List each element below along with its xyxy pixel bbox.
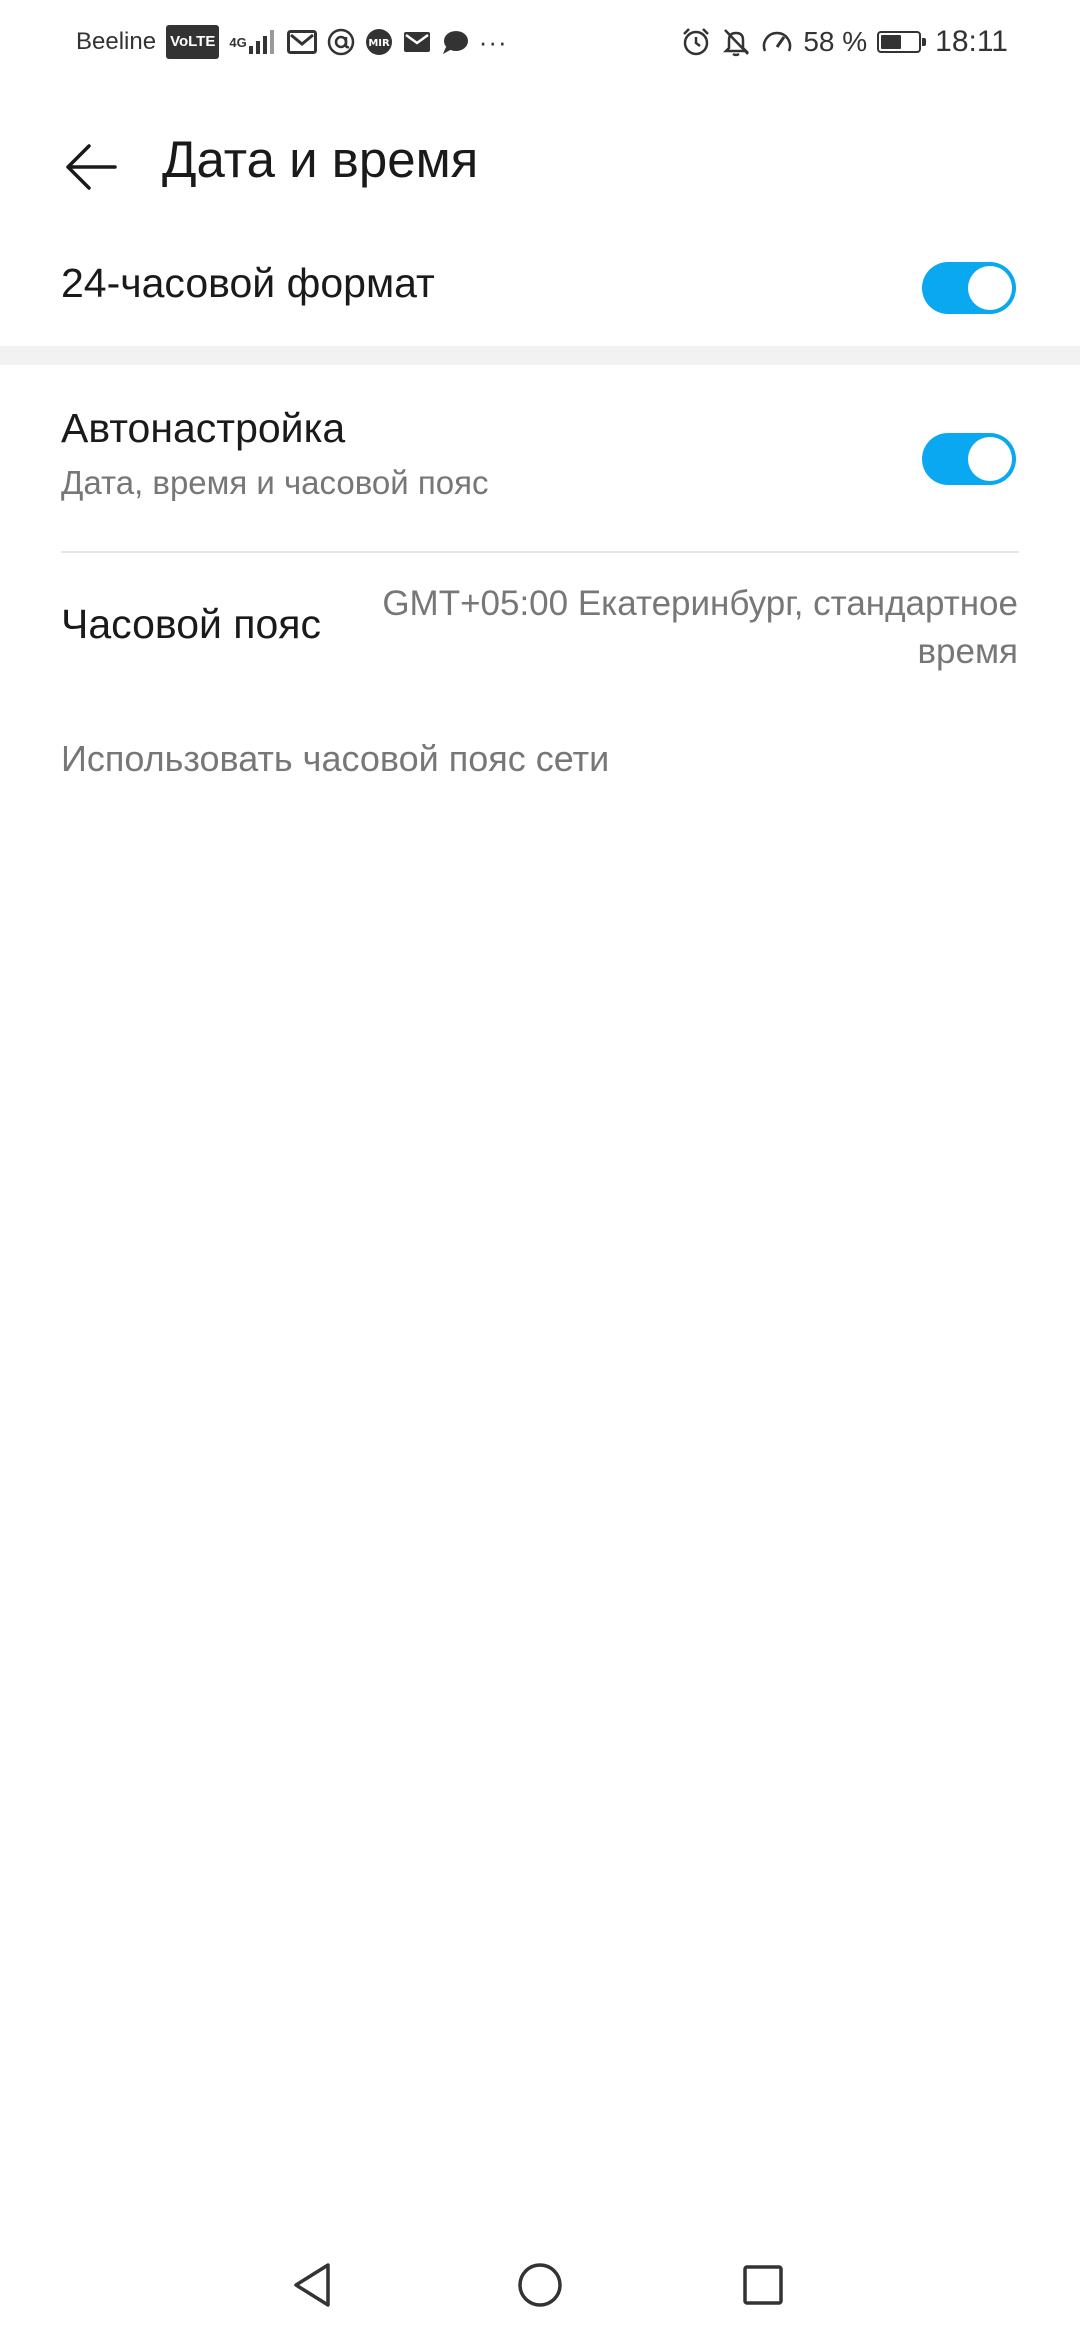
status-bar-left: Beeline VoLTE 4G MIR ··· [76, 25, 508, 59]
square-recents-icon [743, 2265, 783, 2305]
arrow-left-icon [66, 144, 117, 190]
auto-setting-row[interactable]: Автонастройка Дата, время и часовой пояс [0, 405, 1080, 545]
network-timezone-hint: Использовать часовой пояс сети [61, 738, 610, 779]
navigation-bar [0, 2230, 1080, 2340]
network-type-label: 4G [229, 34, 247, 50]
battery-percent: 58 % [803, 26, 868, 57]
speedometer-icon [761, 27, 793, 57]
status-bar: Beeline VoLTE 4G MIR ··· 58 % 18:11 [0, 0, 1080, 84]
at-mail-icon [327, 27, 355, 57]
battery-fill [881, 35, 902, 49]
screen: Beeline VoLTE 4G MIR ··· 58 % 18:11 Дата… [0, 0, 1080, 2340]
nav-home-button[interactable] [505, 2250, 575, 2320]
more-notifications-icon: ··· [478, 26, 508, 57]
triangle-back-icon [294, 2263, 330, 2307]
carrier-name: Beeline [76, 28, 157, 55]
format-24h-label: 24-часовой формат [61, 260, 435, 306]
alarm-icon [681, 27, 711, 57]
gmail-icon [286, 27, 317, 57]
email-icon [403, 27, 431, 57]
auto-setting-sublabel: Дата, время и часовой пояс [61, 464, 489, 501]
circle-home-icon [518, 2263, 562, 2307]
bell-muted-icon [721, 27, 751, 57]
row-divider [61, 551, 1019, 553]
status-time: 18:11 [935, 25, 1008, 58]
format-24h-row[interactable]: 24-часовой формат [0, 240, 1080, 336]
toggle-knob [968, 266, 1012, 310]
app-bar: Дата и время [0, 110, 1080, 220]
volte-icon: VoLTE [166, 25, 220, 59]
status-bar-right: 58 % 18:11 [681, 25, 1008, 59]
toggle-knob [968, 437, 1012, 481]
signal-icon: 4G [229, 27, 276, 57]
auto-setting-toggle[interactable] [922, 433, 1016, 485]
timezone-value-line2: время [917, 632, 1018, 671]
timezone-value-line1: GMT+05:00 Екатеринбург, стандартное [382, 584, 1018, 623]
section-divider [0, 346, 1080, 365]
nav-back-button[interactable] [277, 2250, 347, 2320]
svg-text:MIR: MIR [368, 38, 390, 49]
battery-icon [877, 31, 927, 53]
chat-bubble-icon [441, 27, 469, 57]
timezone-label: Часовой пояс [61, 601, 322, 647]
auto-setting-label: Автонастройка [61, 405, 346, 451]
timezone-value: GMT+05:00 Екатеринбург, стандартное врем… [318, 580, 1018, 676]
mir-icon: MIR [365, 27, 393, 57]
page-title: Дата и время [162, 131, 479, 188]
nav-recents-button[interactable] [728, 2250, 798, 2320]
back-button[interactable] [56, 132, 126, 202]
format-24h-toggle[interactable] [922, 262, 1016, 314]
